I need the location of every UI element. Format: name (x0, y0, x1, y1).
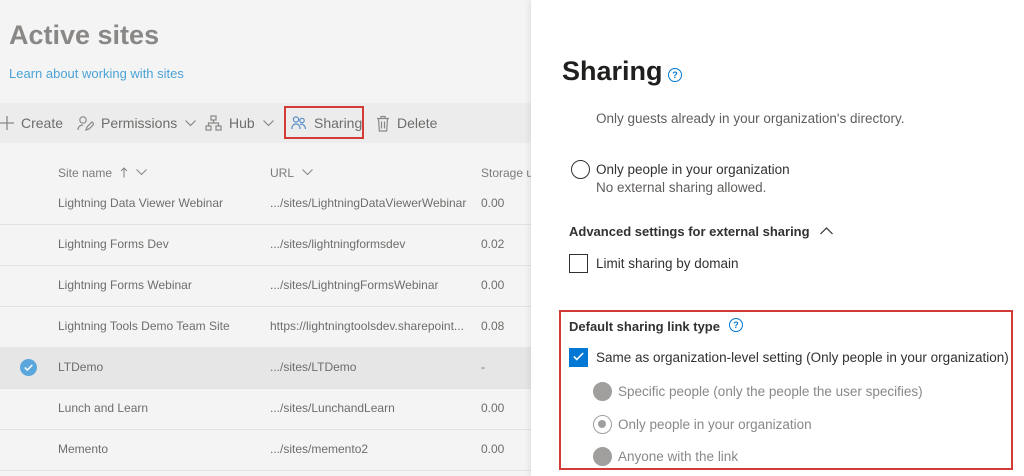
table-row[interactable]: Lightning Forms Dev .../sites/lightningf… (0, 224, 531, 266)
site-name-cell: Memento (58, 442, 109, 456)
page-title: Active sites (9, 20, 160, 50)
storage-cell: 0.00 (481, 401, 505, 415)
create-label: Create (21, 115, 64, 131)
row-selected-checkmark-icon[interactable] (20, 359, 37, 376)
chevron-down-icon (262, 119, 274, 126)
limit-domain-checkbox[interactable] (569, 254, 588, 273)
radio-only-org[interactable] (571, 160, 590, 179)
site-name-cell: Lightning Data Viewer Webinar (58, 196, 223, 210)
default-link-heading: Default sharing link type (569, 319, 720, 334)
checkmark-icon (573, 352, 584, 361)
site-name-cell: Lightning Tools Demo Team Site (58, 319, 230, 333)
chevron-down-icon (185, 119, 197, 126)
storage-cell: - (481, 360, 485, 374)
only-org-link-label: Only people in your organization (618, 417, 812, 432)
help-icon[interactable]: ? (668, 68, 682, 82)
trash-icon (377, 115, 389, 132)
only-org-description: No external sharing allowed. (596, 180, 767, 195)
table-row[interactable]: Lightning Forms Webinar .../sites/Lightn… (0, 265, 531, 307)
command-bar: Create Permissions Hub Sharing Delete (0, 103, 531, 143)
edit-permissions-icon (77, 115, 94, 131)
sharing-panel: Sharing ? Only guests already in your or… (531, 0, 1024, 476)
storage-cell: 0.00 (481, 278, 505, 292)
default-link-help-icon[interactable]: ? (729, 318, 743, 332)
chevron-down-icon (302, 169, 313, 176)
delete-button[interactable]: Delete (376, 103, 437, 143)
column-header-url[interactable]: URL (270, 166, 313, 180)
scroll-fade (531, 100, 1024, 112)
same-as-org-label: Same as organization-level setting (Only… (596, 350, 1009, 365)
column-header-storage[interactable]: Storage u (481, 166, 531, 180)
storage-header-label: Storage u (481, 166, 531, 180)
sort-ascending-icon (120, 167, 128, 178)
storage-cell: 0.08 (481, 319, 505, 333)
cut-off-option-description: Only guests already in your organization… (596, 111, 905, 126)
table-row[interactable]: Memento .../sites/memento2 0.00 (0, 429, 531, 471)
url-header-label: URL (270, 166, 294, 180)
site-name-header-label: Site name (58, 166, 113, 180)
radio-specific-people (593, 382, 612, 401)
active-sites-page: Active sites Learn about working with si… (0, 0, 531, 476)
storage-cell: 0.00 (481, 442, 505, 456)
url-cell: .../sites/memento2 (270, 442, 369, 456)
site-name-cell: LTDemo (58, 360, 104, 374)
radio-anyone (593, 447, 612, 466)
site-name-cell: Lunch and Learn (58, 401, 149, 415)
limit-domain-label: Limit sharing by domain (596, 256, 739, 271)
chevron-down-icon (135, 169, 147, 176)
table-row-selected[interactable]: LTDemo .../sites/LTDemo - (0, 347, 531, 389)
anyone-link-label: Anyone with the link (618, 449, 739, 464)
url-cell: .../sites/lightningformsdev (270, 237, 406, 251)
hub-label: Hub (229, 115, 255, 131)
table-row[interactable]: Lightning Tools Demo Team Site https://l… (0, 306, 531, 348)
url-cell: .../sites/LightningFormsWebinar (270, 278, 439, 292)
sharing-highlight-box (284, 106, 364, 139)
advanced-settings-label: Advanced settings for external sharing (569, 224, 810, 239)
column-header-site-name[interactable]: Site name (58, 166, 147, 180)
chevron-up-icon (820, 227, 834, 235)
permissions-label: Permissions (101, 115, 178, 131)
learn-about-sites-link[interactable]: Learn about working with sites (9, 66, 184, 81)
url-cell: .../sites/LTDemo (270, 360, 357, 374)
specific-people-label: Specific people (only the people the use… (618, 384, 923, 399)
storage-cell: 0.02 (481, 237, 505, 251)
site-name-cell: Lightning Forms Webinar (58, 278, 192, 292)
storage-cell: 0.00 (481, 196, 505, 210)
create-button[interactable]: Create (0, 103, 63, 143)
url-cell: .../sites/LightningDataViewerWebinar (270, 196, 467, 210)
hub-button[interactable]: Hub (205, 103, 274, 143)
hub-icon (205, 114, 222, 131)
only-org-label: Only people in your organization (596, 162, 790, 177)
table-row[interactable]: Lightning Data Viewer Webinar .../sites/… (0, 183, 531, 225)
panel-title: Sharing (562, 56, 663, 86)
radio-only-org-link (593, 415, 612, 434)
table-row[interactable]: Lunch and Learn .../sites/LunchandLearn … (0, 388, 531, 430)
permissions-button[interactable]: Permissions (77, 103, 197, 143)
url-cell: https://lightningtoolsdev.sharepoint... (270, 319, 464, 333)
delete-label: Delete (397, 115, 438, 131)
plus-icon (0, 116, 14, 130)
same-as-org-checkbox[interactable] (569, 348, 588, 367)
advanced-settings-toggle[interactable]: Advanced settings for external sharing (569, 224, 834, 239)
site-name-cell: Lightning Forms Dev (58, 237, 169, 251)
url-cell: .../sites/LunchandLearn (270, 401, 395, 415)
